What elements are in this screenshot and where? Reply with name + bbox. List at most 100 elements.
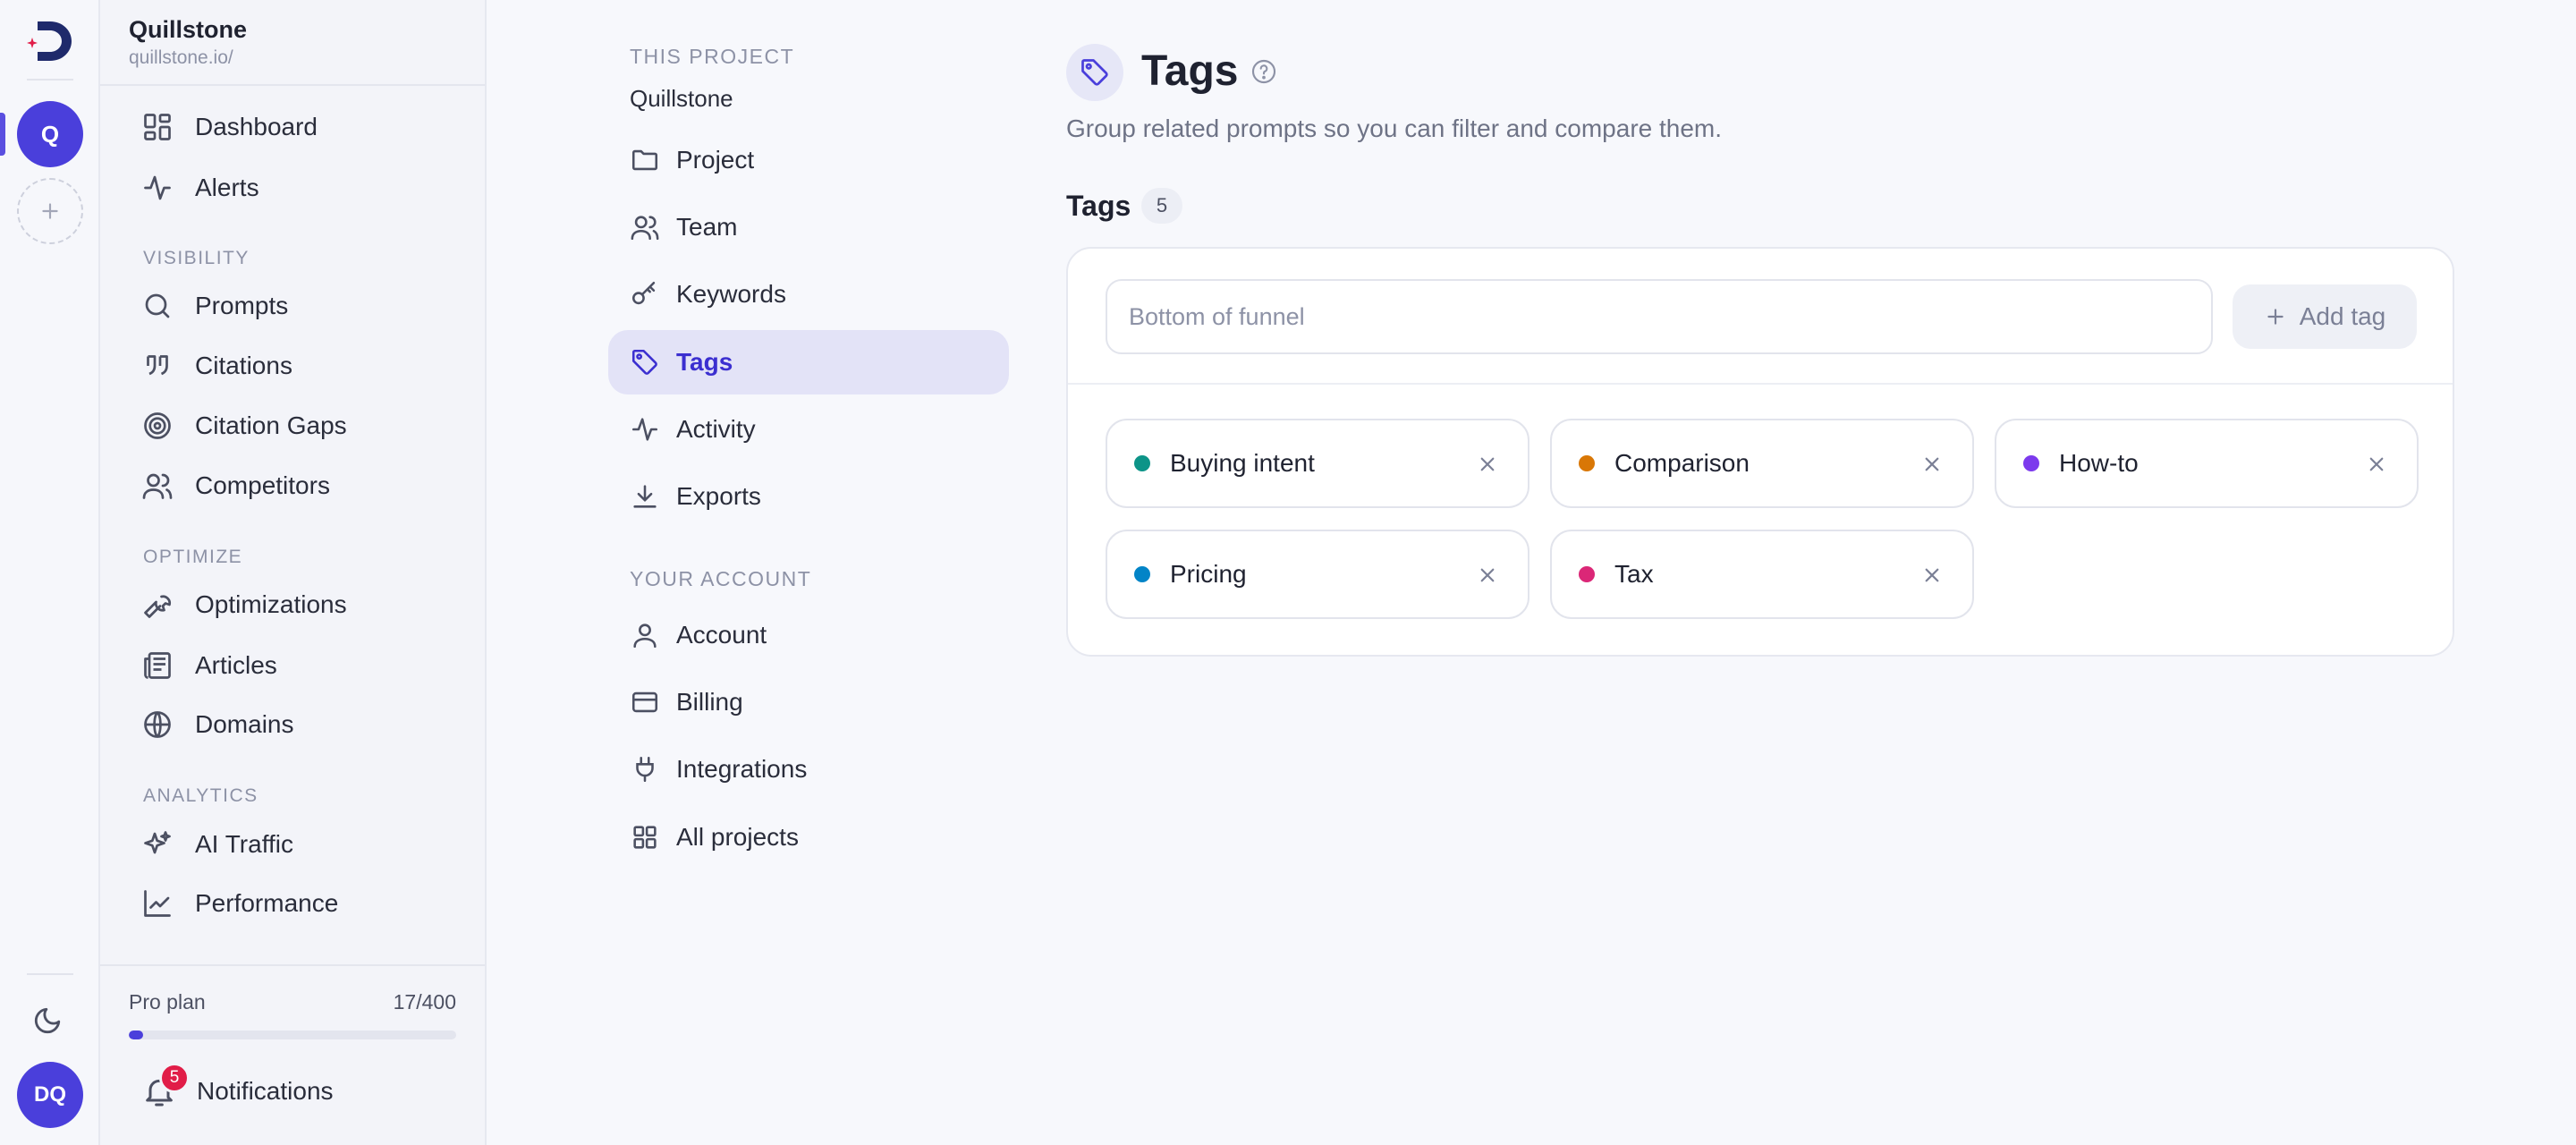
settings-item-account[interactable]: Account [608,603,1009,667]
settings-item-billing[interactable]: Billing [608,670,1009,734]
section-label-visibility: VISIBILITY [143,248,250,268]
sidebar-item-label: Alerts [195,174,259,201]
sidebar-item-label: Performance [195,889,339,917]
tag-icon [631,349,657,375]
settings-item-all-projects[interactable]: All projects [608,805,1009,869]
settings-item-exports[interactable]: Exports [608,464,1009,529]
settings-item-label: Team [676,213,738,241]
settings-item-tags[interactable]: Tags [608,330,1009,394]
sidebar-item-dashboard[interactable]: Dashboard [141,100,463,154]
settings-item-label: Project [676,146,755,174]
remove-tag-button[interactable] [1919,451,1945,478]
sidebar-item-alerts[interactable]: Alerts [141,161,463,215]
tag-color-dot [2023,455,2039,471]
close-icon [1925,568,1939,582]
tag-color-dot [1134,566,1150,582]
settings-item-label: Keywords [676,280,786,308]
tag-icon [1081,59,1108,86]
sidebar-divider [100,964,485,966]
theme-toggle-button[interactable] [32,1005,68,1041]
tag-color-dot [1134,455,1150,471]
page-icon [1066,44,1123,101]
user-icon [633,623,657,649]
sparkles-icon [144,831,171,854]
settings-item-label: Activity [676,415,756,443]
folder-icon [631,149,658,171]
settings-item-keywords[interactable]: Keywords [608,262,1009,327]
settings-item-label: Tags [676,348,733,376]
page-title: Tags [1141,47,1239,95]
workspace-header[interactable]: Quillstone quillstone.io/ [129,16,247,69]
help-button[interactable] [1250,57,1278,86]
tag-chip: How-to [1995,419,2419,508]
rail-active-indicator [0,113,5,156]
sidebar-item-citation-gaps[interactable]: Citation Gaps [141,399,463,453]
settings-item-project[interactable]: Project [608,128,1009,192]
tag-chip: Comparison [1550,419,1974,508]
globe-icon [144,711,171,738]
sidebar-item-optimizations[interactable]: Optimizations [141,578,463,632]
rail-divider [27,79,73,81]
sidebar-item-performance[interactable]: Performance [141,877,463,930]
notifications-label: Notifications [197,1077,334,1105]
sidebar-item-ai-traffic[interactable]: AI Traffic [141,818,463,871]
new-tag-input[interactable] [1106,279,2213,354]
tags-card: Add tag Buying intent Comparison How-to … [1066,247,2454,657]
settings-section-project: THIS PROJECT [630,45,795,68]
settings-project-name: Quillstone [630,85,733,112]
app-logo[interactable] [25,16,75,66]
settings-item-activity[interactable]: Activity [608,397,1009,462]
settings-item-label: Exports [676,482,761,510]
sidebar-item-domains[interactable]: Domains [141,698,463,751]
target-icon [144,412,171,439]
sidebar-item-label: Citations [195,352,292,379]
sidebar-item-label: Citation Gaps [195,411,347,439]
main-sidebar: Quillstone quillstone.io/ Dashboard Aler… [100,0,487,1145]
settings-section-account: YOUR ACCOUNT [630,567,812,590]
plug-icon [636,756,654,783]
project-switch-button[interactable]: Q [17,101,83,167]
tag-chip: Pricing [1106,530,1530,619]
search-icon [145,293,170,318]
project-rail: Q DQ [0,0,100,1145]
settings-item-team[interactable]: Team [608,195,1009,259]
tag-label: Buying intent [1170,449,1315,477]
notification-count-badge: 5 [159,1063,190,1093]
activity-icon [631,418,658,441]
activity-icon [144,175,171,200]
card-divider [1068,383,2453,385]
section-label-analytics: ANALYTICS [143,785,258,806]
remove-tag-button[interactable] [1919,562,1945,589]
sidebar-item-prompts[interactable]: Prompts [141,279,463,333]
close-icon [1480,457,1495,471]
workspace-name: Quillstone [129,16,248,43]
close-icon [1925,457,1939,471]
tags-section-title: Tags [1066,190,1131,222]
sidebar-item-articles[interactable]: Articles [141,639,463,692]
plan-label: Pro plan [129,990,206,1014]
remove-tag-button[interactable] [2363,451,2390,478]
close-icon [2369,457,2384,471]
settings-item-label: Account [676,621,767,649]
user-avatar[interactable]: DQ [17,1062,83,1128]
sidebar-item-competitors[interactable]: Competitors [141,459,463,513]
remove-tag-button[interactable] [1474,451,1501,478]
sidebar-item-citations[interactable]: Citations [141,339,463,393]
notifications-button[interactable]: 5 Notifications [141,1063,334,1118]
sidebar-item-label: Domains [195,710,294,738]
tag-label: Pricing [1170,560,1247,588]
settings-item-integrations[interactable]: Integrations [608,737,1009,802]
sidebar-item-label: AI Traffic [195,830,293,858]
add-tag-button[interactable]: Add tag [2233,284,2417,349]
rail-divider [27,973,73,975]
plus-icon [2267,309,2284,325]
plus-icon [42,203,58,219]
tags-count-badge: 5 [1141,188,1182,224]
users-icon [631,216,659,241]
key-icon [631,281,656,305]
sidebar-item-label: Competitors [195,471,330,499]
remove-tag-button[interactable] [1474,562,1501,589]
tag-label: Tax [1614,560,1654,588]
sidebar-item-label: Prompts [195,292,289,319]
add-project-button[interactable] [17,178,83,244]
